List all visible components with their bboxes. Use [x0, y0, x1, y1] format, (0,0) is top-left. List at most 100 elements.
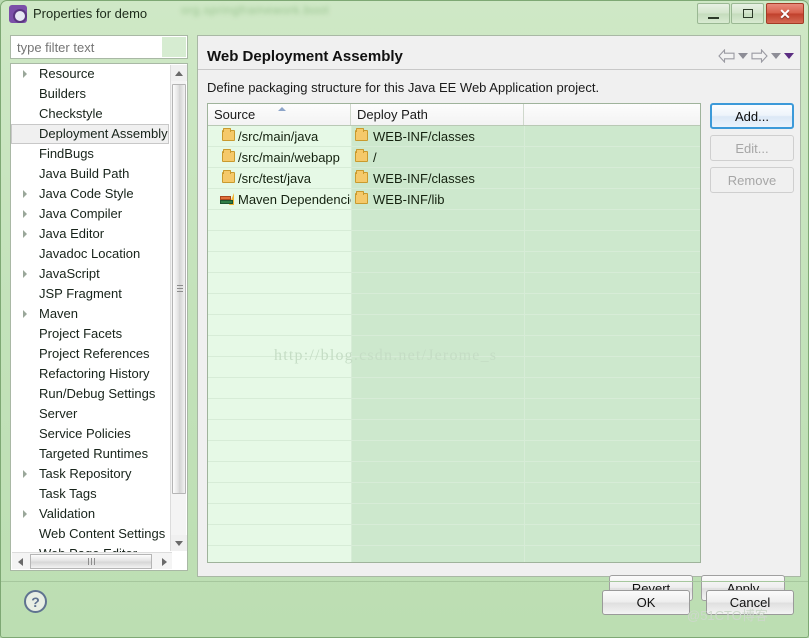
scroll-down-button[interactable] — [171, 535, 187, 551]
close-button[interactable]: ✕ — [766, 3, 804, 24]
sidebar-item-web-page-editor[interactable]: Web Page Editor — [11, 544, 169, 552]
sidebar-item-web-content-settings[interactable]: Web Content Settings — [11, 524, 169, 544]
sidebar-item-run-debug-settings[interactable]: Run/Debug Settings — [11, 384, 169, 404]
search-input[interactable] — [12, 37, 162, 57]
sidebar-item-targeted-runtimes[interactable]: Targeted Runtimes — [11, 444, 169, 464]
expand-chevron-right-icon[interactable] — [23, 70, 27, 78]
sidebar-item-project-references[interactable]: Project References — [11, 344, 169, 364]
table-row-empty[interactable] — [208, 210, 700, 231]
view-menu-chevron-down-filled-icon[interactable] — [784, 53, 794, 59]
horizontal-scrollbar-thumb[interactable] — [30, 554, 152, 569]
arrow-right-icon[interactable] — [751, 49, 768, 63]
table-row-empty[interactable] — [208, 504, 700, 525]
scroll-up-button[interactable] — [171, 65, 187, 81]
sidebar-item-javascript[interactable]: JavaScript — [11, 264, 169, 284]
scroll-right-button[interactable] — [156, 553, 172, 570]
expand-chevron-right-icon[interactable] — [23, 470, 27, 478]
cell-deploy-path — [351, 252, 524, 273]
sidebar-item-label: Java Editor — [39, 226, 105, 241]
table-row-empty[interactable] — [208, 546, 700, 562]
sidebar-item-label: Run/Debug Settings — [39, 386, 156, 401]
expand-chevron-right-icon[interactable] — [23, 210, 27, 218]
folder-icon — [355, 170, 368, 183]
table-row-empty[interactable] — [208, 399, 700, 420]
sidebar-item-project-facets[interactable]: Project Facets — [11, 324, 169, 344]
table-row-empty[interactable] — [208, 357, 700, 378]
sidebar-item-jsp-fragment[interactable]: JSP Fragment — [11, 284, 169, 304]
column-header-blank[interactable] — [524, 104, 700, 125]
sidebar-item-javadoc-location[interactable]: Javadoc Location — [11, 244, 169, 264]
question-mark-icon[interactable]: ? — [24, 590, 47, 613]
table-row-empty[interactable] — [208, 525, 700, 546]
tree-vertical-scrollbar[interactable] — [170, 65, 187, 551]
table-row[interactable]: Maven Dependencies WEB-INF/lib — [208, 189, 700, 210]
arrow-left-icon[interactable] — [718, 49, 735, 63]
sidebar-item-task-repository[interactable]: Task Repository — [11, 464, 169, 484]
minimize-button[interactable] — [697, 3, 730, 24]
edit-button[interactable]: Edit... — [710, 135, 794, 161]
sidebar-item-java-code-style[interactable]: Java Code Style — [11, 184, 169, 204]
cell-source: /src/main/java — [208, 126, 351, 147]
table-row-empty[interactable] — [208, 462, 700, 483]
table-row-empty[interactable] — [208, 378, 700, 399]
sidebar-item-maven[interactable]: Maven — [11, 304, 169, 324]
deployment-assembly-table[interactable]: Source Deploy Path /src/main/java WEB-INF… — [207, 103, 701, 563]
scroll-left-button[interactable] — [12, 553, 28, 570]
sidebar-item-builders[interactable]: Builders — [11, 84, 169, 104]
table-row[interactable]: /src/main/java WEB-INF/classes — [208, 126, 700, 147]
sidebar-item-service-policies[interactable]: Service Policies — [11, 424, 169, 444]
sidebar-item-resource[interactable]: Resource — [11, 64, 169, 84]
sidebar-item-task-tags[interactable]: Task Tags — [11, 484, 169, 504]
table-row-empty[interactable] — [208, 336, 700, 357]
navigation-controls — [718, 46, 794, 66]
sidebar-item-server[interactable]: Server — [11, 404, 169, 424]
sidebar-item-label: JSP Fragment — [39, 286, 122, 301]
expand-chevron-right-icon[interactable] — [23, 190, 27, 198]
tree-horizontal-scrollbar[interactable] — [12, 552, 172, 569]
remove-button[interactable]: Remove — [710, 167, 794, 193]
sidebar-item-validation[interactable]: Validation — [11, 504, 169, 524]
back-history-chevron-down-icon[interactable] — [738, 53, 748, 59]
ok-button[interactable]: OK — [602, 590, 690, 615]
cell-blank — [524, 294, 700, 315]
sidebar-item-label: Checkstyle — [39, 106, 103, 121]
table-row-empty[interactable] — [208, 420, 700, 441]
column-header-deploy-path[interactable]: Deploy Path — [351, 104, 524, 125]
table-row-empty[interactable] — [208, 273, 700, 294]
sort-ascending-icon — [278, 107, 286, 111]
sidebar-item-java-editor[interactable]: Java Editor — [11, 224, 169, 244]
add-button[interactable]: Add... — [710, 103, 794, 129]
folder-icon — [355, 191, 368, 204]
expand-chevron-right-icon[interactable] — [23, 230, 27, 238]
table-row[interactable]: /src/test/java WEB-INF/classes — [208, 168, 700, 189]
sidebar-item-checkstyle[interactable]: Checkstyle — [11, 104, 169, 124]
maximize-button[interactable] — [731, 3, 764, 24]
sidebar-item-label: FindBugs — [39, 146, 94, 161]
table-row-empty[interactable] — [208, 252, 700, 273]
table-row-empty[interactable] — [208, 315, 700, 336]
expand-chevron-right-icon[interactable] — [23, 310, 27, 318]
sidebar-item-label: Deployment Assembly — [39, 126, 168, 141]
vertical-scrollbar-thumb[interactable] — [172, 84, 186, 494]
sidebar-item-findbugs[interactable]: FindBugs — [11, 144, 169, 164]
cell-source — [208, 336, 351, 357]
sidebar-item-java-compiler[interactable]: Java Compiler — [11, 204, 169, 224]
cell-source — [208, 546, 351, 562]
sidebar-item-deployment-assembly[interactable]: Deployment Assembly — [11, 124, 169, 144]
footer-divider — [1, 581, 808, 582]
table-row-empty[interactable] — [208, 231, 700, 252]
table-row-empty[interactable] — [208, 441, 700, 462]
expand-chevron-right-icon[interactable] — [23, 510, 27, 518]
table-row[interactable]: /src/main/webapp / — [208, 147, 700, 168]
sidebar-item-refactoring-history[interactable]: Refactoring History — [11, 364, 169, 384]
sidebar-item-java-build-path[interactable]: Java Build Path — [11, 164, 169, 184]
cell-deploy-path — [351, 294, 524, 315]
expand-chevron-right-icon[interactable] — [23, 270, 27, 278]
forward-history-chevron-down-icon[interactable] — [771, 53, 781, 59]
cell-blank — [524, 231, 700, 252]
table-row-empty[interactable] — [208, 294, 700, 315]
cell-deploy-path-label: WEB-INF/classes — [373, 171, 475, 186]
table-row-empty[interactable] — [208, 483, 700, 504]
cancel-button[interactable]: Cancel — [706, 590, 794, 615]
settings-tree-panel: Resource Builders Checkstyle Deployment Ass… — [10, 35, 190, 577]
